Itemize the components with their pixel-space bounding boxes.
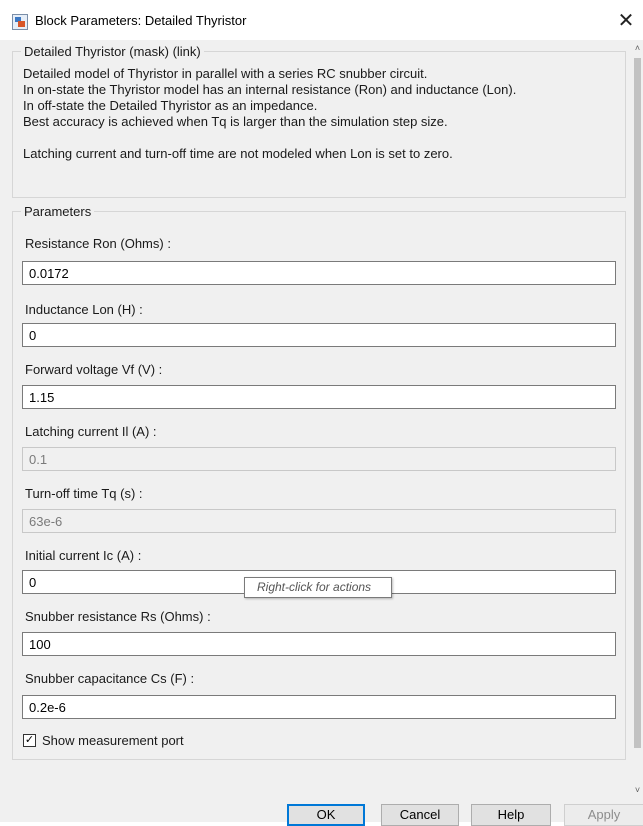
turn-off-time-tq-input [22, 509, 616, 533]
dialog-content: Detailed Thyristor (mask) (link) Detaile… [0, 40, 632, 798]
cancel-button[interactable]: Cancel [381, 804, 459, 826]
snubber-resistance-rs-label: Snubber resistance Rs (Ohms) : [25, 609, 211, 624]
icon-part-orange [18, 21, 25, 27]
latching-current-il-label: Latching current Il (A) : [25, 424, 157, 439]
forward-voltage-vf-input[interactable] [22, 385, 616, 409]
snubber-resistance-rs-input[interactable] [22, 632, 616, 656]
resistance-ron-input[interactable] [22, 261, 616, 285]
apply-button[interactable]: Apply [564, 804, 643, 826]
simulink-block-icon [12, 14, 28, 30]
title-bar: Block Parameters: Detailed Thyristor ✕ [0, 0, 643, 40]
latching-current-il-input [22, 447, 616, 471]
description-line: Best accuracy is achieved when Tq is lar… [23, 114, 448, 129]
vertical-scrollbar[interactable]: ˄ ˅ [632, 40, 643, 798]
button-bar: OK Cancel Help Apply [0, 798, 643, 826]
context-tooltip: Right-click for actions [244, 577, 392, 598]
snubber-capacitance-cs-label: Snubber capacitance Cs (F) : [25, 671, 195, 686]
snubber-capacitance-cs-input[interactable] [22, 695, 616, 719]
initial-current-ic-label: Initial current Ic (A) : [25, 548, 142, 563]
description-line: Latching current and turn-off time are n… [23, 146, 453, 161]
block-description: Detailed model of Thyristor in parallel … [23, 66, 623, 162]
window-title: Block Parameters: Detailed Thyristor [35, 13, 247, 28]
resistance-ron-label: Resistance Ron (Ohms) : [25, 236, 171, 251]
forward-voltage-vf-label: Forward voltage Vf (V) : [25, 362, 163, 377]
scroll-thumb[interactable] [634, 58, 641, 748]
description-line: In on-state the Thyristor model has an i… [23, 82, 517, 97]
show-measurement-port-checkbox[interactable]: ✓ [23, 734, 36, 747]
inductance-lon-input[interactable] [22, 323, 616, 347]
help-button[interactable]: Help [471, 804, 551, 826]
description-line [23, 130, 623, 146]
ok-button[interactable]: OK [287, 804, 365, 826]
parameters-group-title: Parameters [24, 204, 92, 219]
scroll-down-icon[interactable]: ˅ [632, 782, 643, 798]
turn-off-time-tq-label: Turn-off time Tq (s) : [25, 486, 143, 501]
show-measurement-port-label: Show measurement port [42, 733, 184, 748]
close-icon[interactable]: ✕ [609, 8, 643, 34]
description-line: Detailed model of Thyristor in parallel … [23, 66, 428, 81]
description-line: In off-state the Detailed Thyristor as a… [23, 98, 318, 113]
scroll-up-icon[interactable]: ˄ [632, 40, 643, 56]
inductance-lon-label: Inductance Lon (H) : [25, 302, 143, 317]
description-group-title: Detailed Thyristor (mask) (link) [24, 44, 201, 59]
